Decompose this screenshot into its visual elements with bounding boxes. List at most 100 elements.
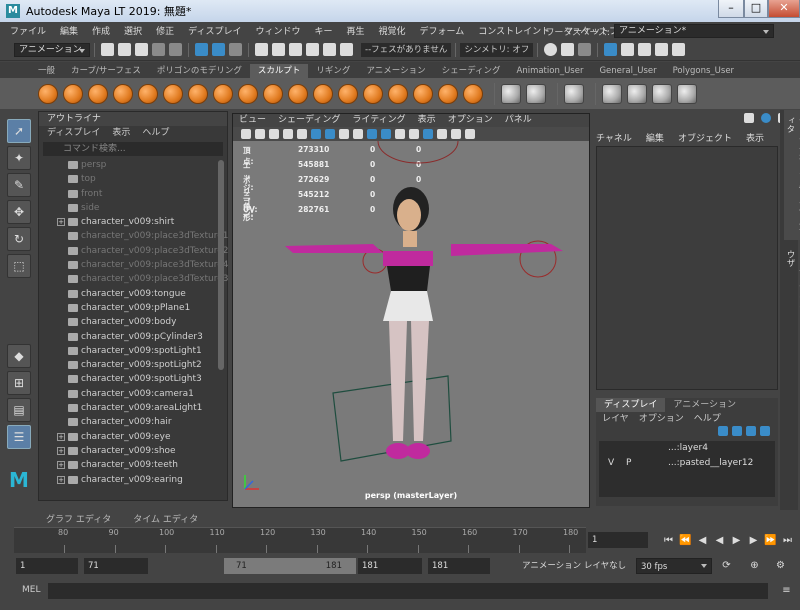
snap-point-icon[interactable] — [289, 43, 302, 56]
step-back-frame-icon[interactable]: ◀︎ — [696, 534, 709, 547]
viewport-scene[interactable]: 頂点: 273310 0 0 エッジ: 545881 0 0 ポリゴン: 272629 0 0 三角形:… — [233, 141, 589, 507]
outliner-item[interactable]: top — [39, 172, 227, 186]
play-forward-icon[interactable]: ▶ — [730, 534, 743, 547]
shelf-tab-3[interactable]: スカルプト — [249, 64, 309, 78]
snap-view-icon[interactable] — [306, 43, 319, 56]
outliner-search-input[interactable]: コマンド検索... — [43, 142, 223, 156]
expand-icon[interactable]: + — [57, 446, 65, 455]
outliner-item[interactable]: + character_v009:shirt — [39, 215, 227, 229]
outliner-item[interactable]: character_v009:pPlane1 — [39, 301, 227, 315]
redo-icon[interactable] — [169, 43, 182, 56]
flatten-tool-icon[interactable] — [163, 83, 183, 104]
menu-set-dropdown[interactable]: アニメーション — [14, 42, 90, 57]
fps-dropdown[interactable]: 30 fps — [636, 558, 712, 574]
outliner-item[interactable]: character_v009:spotLight3 — [39, 372, 227, 386]
layer-visibility[interactable]: V — [608, 456, 614, 470]
new-layer-selected-icon[interactable] — [760, 426, 770, 436]
menu-item-8[interactable]: 再生 — [346, 24, 364, 37]
gate-mask-icon[interactable] — [339, 129, 349, 139]
shelf-tab-1[interactable]: カーブ/サーフェス — [63, 64, 149, 78]
step-forward-frame-icon[interactable]: ▶︎ — [747, 534, 760, 547]
viewport-menu-1[interactable]: シェーディング — [278, 114, 340, 127]
imprint-tool-icon[interactable] — [263, 83, 283, 104]
snap-live-icon[interactable] — [340, 43, 353, 56]
auto-key-icon[interactable]: ⊕ — [748, 559, 761, 572]
script-editor-icon[interactable]: ≡ — [780, 584, 793, 597]
outliner-item[interactable]: character_v009:body — [39, 315, 227, 329]
single-perspective-icon[interactable]: ◆ — [7, 344, 31, 368]
four-view-icon[interactable]: ⊞ — [7, 371, 31, 395]
layer-up-icon[interactable] — [718, 426, 728, 436]
field-chart-icon[interactable] — [353, 129, 363, 139]
shelf-tab-9[interactable]: Polygons_User — [665, 64, 742, 78]
sculpt-tool-icon[interactable] — [38, 83, 58, 104]
shelf-tab-8[interactable]: General_User — [591, 64, 664, 78]
shelf-tab-2[interactable]: ポリゴンのモデリング — [149, 64, 250, 78]
play-backward-icon[interactable]: ◀ — [713, 534, 726, 547]
outliner-item[interactable]: character_v009:place3dTexture1 — [39, 229, 228, 243]
outliner-layout-icon[interactable]: ☰ — [7, 425, 31, 449]
wireframe-icon[interactable] — [367, 129, 377, 139]
snap-surface-icon[interactable] — [323, 43, 336, 56]
eraser-icon[interactable] — [677, 83, 697, 104]
channel-box-menu-0[interactable]: チャネル — [596, 131, 632, 144]
outliner-scrollbar[interactable] — [218, 160, 224, 370]
grid-icon[interactable] — [297, 129, 307, 139]
foamy-tool-icon[interactable] — [188, 83, 208, 104]
minimize-button[interactable]: – — [718, 0, 744, 18]
new-layer-icon[interactable] — [746, 426, 756, 436]
maximize-button[interactable]: □ — [744, 0, 768, 18]
select-component-icon[interactable] — [229, 43, 242, 56]
time-slider[interactable]: 80 90 100 110 120 130 140 150 160 170 180 — [14, 527, 586, 553]
rotate-tool-icon[interactable]: ↻ — [7, 227, 31, 251]
mesh-display-icon[interactable] — [652, 83, 672, 104]
lights-icon[interactable] — [409, 129, 419, 139]
step-back-key-icon[interactable]: ⏪ — [679, 534, 692, 547]
symmetry-dropdown[interactable]: シンメトリ: オフ — [460, 42, 534, 57]
layer-row[interactable]: V P ...:pasted__layer12 — [602, 456, 772, 470]
xray-icon[interactable] — [451, 129, 461, 139]
menu-item-4[interactable]: 修正 — [156, 24, 174, 37]
undo-icon[interactable] — [152, 43, 165, 56]
shelf-tab-5[interactable]: アニメーション — [358, 64, 433, 78]
resolution-gate-icon[interactable] — [325, 129, 335, 139]
layer-tab-1[interactable]: アニメーション — [665, 398, 744, 412]
paint-select-icon[interactable]: ✎ — [7, 173, 31, 197]
anim-prefs-icon[interactable]: ⚙ — [774, 559, 787, 572]
layer-tab-0[interactable]: ディスプレイ — [596, 398, 666, 412]
uv-mesh-icon[interactable] — [627, 83, 647, 104]
menu-item-5[interactable]: ディスプレイ — [188, 24, 241, 37]
freeze-tool-icon[interactable] — [463, 83, 483, 104]
relax-tool-icon[interactable] — [88, 83, 108, 104]
viewport-menu-0[interactable]: ビュー — [239, 114, 266, 127]
knife-tool-icon[interactable] — [363, 83, 383, 104]
channel-box-menu-3[interactable]: 表示 — [746, 131, 764, 144]
channel-box-menu-2[interactable]: オブジェクト — [678, 131, 732, 144]
range-end-field[interactable]: 181 — [358, 558, 422, 574]
outliner-item[interactable]: character_v009:hair — [39, 415, 227, 429]
user-icon[interactable] — [604, 43, 618, 56]
outliner-item[interactable]: character_v009:tongue — [39, 287, 227, 301]
textured-icon[interactable] — [395, 129, 405, 139]
sculpt-layer-icon[interactable] — [602, 83, 622, 104]
outliner-item[interactable]: character_v009:place3dTexture4 — [39, 258, 228, 272]
film-gate-icon[interactable] — [311, 129, 321, 139]
outliner-item[interactable]: character_v009:areaLight1 — [39, 401, 227, 415]
outliner-item[interactable]: side — [39, 201, 227, 215]
snap-grid-icon[interactable] — [255, 43, 268, 56]
blend-shape-icon[interactable] — [564, 83, 584, 104]
smooth-shade-icon[interactable] — [381, 129, 391, 139]
anim-layer-dropdown[interactable]: アニメーション レイヤなし — [518, 558, 630, 574]
image-plane-icon[interactable] — [283, 129, 293, 139]
menu-item-0[interactable]: ファイル — [10, 24, 46, 37]
repeat-tool-icon[interactable] — [238, 83, 258, 104]
render-icon[interactable] — [544, 43, 558, 56]
outliner-item[interactable]: character_v009:spotLight2 — [39, 358, 227, 372]
go-to-end-icon[interactable]: ⏭ — [781, 534, 794, 547]
layer-playback[interactable]: P — [626, 456, 631, 470]
mel-input[interactable] — [48, 583, 768, 599]
layer-menu-1[interactable]: オプション — [639, 412, 684, 426]
outliner-menu-0[interactable]: ディスプレイ — [47, 126, 100, 140]
content-browser-tab[interactable]: コンテンツ ブラウザ — [784, 244, 800, 314]
camera-attr-icon[interactable] — [255, 129, 265, 139]
